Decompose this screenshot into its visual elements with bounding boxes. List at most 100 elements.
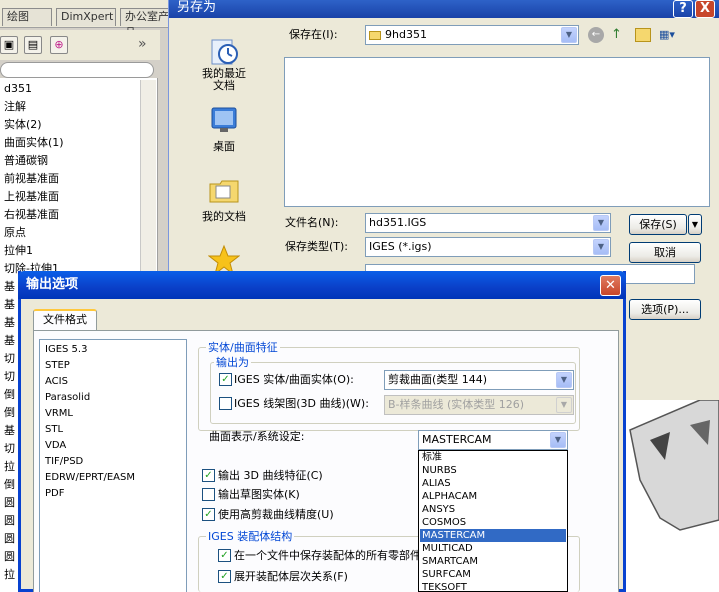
tree-item[interactable]: 上视基准面	[4, 188, 59, 206]
chevron-down-icon[interactable]: ▼	[593, 239, 609, 255]
tree-filter-input[interactable]	[0, 62, 154, 78]
tree-item[interactable]: 基	[4, 278, 15, 296]
format-item[interactable]: TIF/PSD	[45, 455, 83, 469]
format-item[interactable]: PDF	[45, 487, 64, 501]
filetype-combo[interactable]: IGES (*.igs) ▼	[365, 237, 611, 257]
tree-item[interactable]: 基	[4, 296, 15, 314]
place-desktop[interactable]: 桌面	[189, 104, 259, 154]
save-in-combo[interactable]: 9hd351 ▼	[365, 25, 579, 45]
dimxpert-manager-icon[interactable]: ⊕	[50, 36, 68, 54]
dropdown-option-selected[interactable]: MASTERCAM	[420, 529, 566, 542]
high-trim-accuracy-checkbox[interactable]: ✓	[202, 508, 215, 521]
format-list[interactable]: IGES 5.3 STEP ACIS Parasolid VRML STL VD…	[39, 339, 187, 592]
format-item[interactable]: IGES 5.3	[45, 343, 87, 357]
graphics-area	[620, 399, 719, 592]
format-item[interactable]: STL	[45, 423, 63, 437]
save-all-components-checkbox[interactable]: ✓	[218, 549, 231, 562]
filename-input[interactable]: hd351.IGS ▼	[365, 213, 611, 233]
back-icon[interactable]: ←	[588, 27, 604, 43]
chevron-down-icon[interactable]: ▼	[556, 372, 572, 388]
tree-item[interactable]: 圆	[4, 494, 15, 512]
my-documents-icon	[208, 174, 240, 206]
close-button[interactable]: ✕	[600, 275, 621, 296]
format-item[interactable]: STEP	[45, 359, 70, 373]
new-folder-icon[interactable]	[635, 28, 651, 42]
tree-item[interactable]: 切	[4, 368, 15, 386]
format-item[interactable]: VRML	[45, 407, 73, 421]
part-model-icon	[629, 399, 719, 531]
dropdown-option[interactable]: ANSYS	[420, 503, 566, 516]
iges-solid-combo[interactable]: 剪裁曲面(类型 144) ▼	[384, 370, 574, 390]
configuration-manager-icon[interactable]: ▤	[24, 36, 42, 54]
dropdown-option[interactable]: SMARTCAM	[420, 555, 566, 568]
tree-item[interactable]: 倒	[4, 476, 15, 494]
tree-item[interactable]: 拉	[4, 458, 15, 476]
property-manager-icon[interactable]: ▣	[0, 36, 18, 54]
chevron-down-icon[interactable]: ▼	[593, 215, 609, 231]
chevron-down-icon[interactable]: ▼	[561, 27, 577, 43]
tree-item[interactable]: 右视基准面	[4, 206, 59, 224]
tree-item[interactable]: 普通碳钢	[4, 152, 48, 170]
save-dropdown-icon[interactable]: ▼	[688, 214, 702, 235]
tree-item[interactable]: d351	[4, 80, 32, 98]
recent-documents-icon	[208, 34, 240, 66]
save-as-titlebar: 另存为 ? X	[169, 0, 719, 18]
tab-file-format[interactable]: 文件格式	[33, 309, 97, 331]
folder-icon	[369, 30, 381, 40]
tree-item[interactable]: 实体(2)	[4, 116, 42, 134]
tree-item[interactable]: 倒	[4, 386, 15, 404]
surface-rep-combo[interactable]: MASTERCAM ▼	[418, 430, 568, 450]
tree-item[interactable]: 基	[4, 314, 15, 332]
tree-item[interactable]: 基	[4, 422, 15, 440]
surface-rep-dropdown-list[interactable]: 标准 NURBS ALIAS ALPHACAM ANSYS COSMOS MAS…	[418, 450, 568, 592]
chevron-down-icon[interactable]: ▼	[550, 432, 566, 448]
place-my-documents[interactable]: 我的文档	[189, 174, 259, 224]
dropdown-option[interactable]: MULTICAD	[420, 542, 566, 555]
tree-item[interactable]: 倒	[4, 404, 15, 422]
expand-chevron-icon[interactable]: »	[138, 36, 147, 52]
tree-item[interactable]: 前视基准面	[4, 170, 59, 188]
tree-item[interactable]: 基	[4, 332, 15, 350]
place-recent-documents[interactable]: 我的最近文档	[189, 34, 259, 92]
tree-item[interactable]: 圆	[4, 530, 15, 548]
dropdown-option[interactable]: COSMOS	[420, 516, 566, 529]
tree-item[interactable]: 注解	[4, 98, 26, 116]
tab-dimxpert[interactable]: DimXpert	[56, 8, 116, 26]
help-button[interactable]: ?	[673, 0, 693, 18]
file-list[interactable]	[284, 57, 710, 207]
format-item[interactable]: ACIS	[45, 375, 68, 389]
up-folder-icon[interactable]: ↑	[611, 27, 627, 43]
tree-item[interactable]: 圆	[4, 512, 15, 530]
tree-scrollbar[interactable]	[140, 80, 156, 280]
iges-solid-checkbox[interactable]: ✓	[219, 373, 232, 386]
dropdown-option[interactable]: 标准	[420, 451, 566, 464]
tree-item[interactable]: 圆	[4, 548, 15, 566]
tab-drawing[interactable]: 绘图	[2, 8, 52, 26]
output-sketch-checkbox[interactable]	[202, 488, 215, 501]
tree-item[interactable]: 拉伸1	[4, 242, 33, 260]
cancel-button[interactable]: 取消	[629, 242, 701, 263]
format-item[interactable]: EDRW/EPRT/EASM	[45, 471, 135, 485]
dropdown-option[interactable]: ALPHACAM	[420, 490, 566, 503]
format-item[interactable]: Parasolid	[45, 391, 90, 405]
dropdown-option[interactable]: NURBS	[420, 464, 566, 477]
tree-item[interactable]: 切	[4, 440, 15, 458]
dropdown-option[interactable]: SURFCAM	[420, 568, 566, 581]
tree-item[interactable]: 曲面实体(1)	[4, 134, 64, 152]
expand-hierarchy-checkbox[interactable]: ✓	[218, 570, 231, 583]
save-button[interactable]: 保存(S)	[629, 214, 687, 235]
feature-manager-toolbar: ▣ ▤ ⊕ »	[0, 30, 160, 60]
view-menu-icon[interactable]: ▦▾	[659, 28, 681, 42]
tree-item[interactable]: 原点	[4, 224, 26, 242]
dropdown-option[interactable]: ALIAS	[420, 477, 566, 490]
tree-item[interactable]: 拉	[4, 566, 15, 584]
tree-item[interactable]: 切	[4, 350, 15, 368]
options-button[interactable]: 选项(P)...	[629, 299, 701, 320]
output-3d-curve-checkbox[interactable]: ✓	[202, 469, 215, 482]
surface-rep-label: 曲面表示/系统设定:	[209, 430, 305, 443]
iges-solid-label: IGES 实体/曲面实体(O):	[234, 373, 354, 386]
format-item[interactable]: VDA	[45, 439, 66, 453]
close-button[interactable]: X	[695, 0, 715, 18]
iges-wire-checkbox[interactable]	[219, 397, 232, 410]
dropdown-option[interactable]: TEKSOFT	[420, 581, 566, 592]
